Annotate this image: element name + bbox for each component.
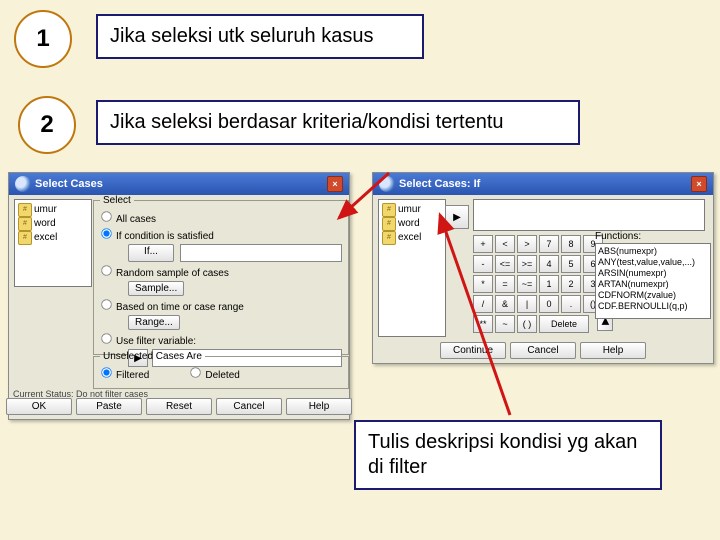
close-icon[interactable]: × bbox=[327, 176, 343, 192]
paste-button[interactable]: Paste bbox=[76, 398, 142, 415]
keypad-key[interactable]: * bbox=[473, 275, 493, 293]
var-icon: # bbox=[18, 203, 32, 217]
keypad-key[interactable]: 4 bbox=[539, 255, 559, 273]
title: Select Cases bbox=[35, 178, 103, 190]
caption-2: Jika seleksi berdasar kriteria/kondisi t… bbox=[96, 100, 580, 145]
radio-case-range[interactable]: Based on time or case range bbox=[100, 298, 342, 315]
keypad-key[interactable]: >= bbox=[517, 255, 537, 273]
variable-list[interactable]: #umur #word #excel bbox=[14, 199, 92, 287]
select-cases-if-window: Select Cases: If × #umur #word #excel ▶ … bbox=[372, 172, 714, 364]
function-item[interactable]: CDFNORM(zvalue) bbox=[598, 290, 708, 301]
keypad-key[interactable]: > bbox=[517, 235, 537, 253]
list-item[interactable]: #word bbox=[382, 217, 442, 231]
select-cases-window: Select Cases × #umur #word #excel Select… bbox=[8, 172, 350, 420]
help-button[interactable]: Help bbox=[580, 342, 646, 359]
keypad-key[interactable]: ~ bbox=[495, 315, 515, 333]
caption-1: Jika seleksi utk seluruh kasus bbox=[96, 14, 424, 59]
expression-input[interactable] bbox=[473, 199, 705, 231]
keypad-key[interactable]: & bbox=[495, 295, 515, 313]
var-icon: # bbox=[18, 231, 32, 245]
keypad-key[interactable]: Delete bbox=[539, 315, 589, 333]
variable-list[interactable]: #umur #word #excel bbox=[378, 199, 446, 337]
radio-deleted[interactable]: Deleted bbox=[189, 366, 239, 383]
if-expression[interactable] bbox=[180, 244, 342, 262]
select-group: Select All cases If condition is satisfi… bbox=[93, 195, 349, 355]
close-icon[interactable]: × bbox=[691, 176, 707, 192]
functions-label: Functions: bbox=[595, 231, 641, 242]
keypad-key[interactable]: 2 bbox=[561, 275, 581, 293]
function-item[interactable]: ANY(test,value,value,...) bbox=[598, 257, 708, 268]
ok-button[interactable]: OK bbox=[6, 398, 72, 415]
cancel-button[interactable]: Cancel bbox=[216, 398, 282, 415]
list-item[interactable]: #excel bbox=[18, 231, 88, 245]
keypad-key[interactable]: - bbox=[473, 255, 493, 273]
titlebar[interactable]: Select Cases: If × bbox=[373, 173, 713, 195]
dialog-buttons: OK Paste Reset Cancel Help bbox=[6, 398, 352, 415]
keypad-key[interactable]: ~= bbox=[517, 275, 537, 293]
keypad-key[interactable]: . bbox=[561, 295, 581, 313]
function-item[interactable]: ARTAN(numexpr) bbox=[598, 279, 708, 290]
select-legend: Select bbox=[100, 195, 134, 206]
step-1-num: 1 bbox=[36, 25, 49, 53]
keypad-key[interactable]: 7 bbox=[539, 235, 559, 253]
caption-3: Tulis deskripsi kondisi yg akan di filte… bbox=[354, 420, 662, 490]
reset-button[interactable]: Reset bbox=[146, 398, 212, 415]
keypad-key[interactable]: ** bbox=[473, 315, 493, 333]
step-2-num: 2 bbox=[40, 111, 53, 139]
radio-if-condition[interactable]: If condition is satisfied bbox=[100, 227, 342, 244]
unselected-group: Unselected Cases Are Filtered Deleted bbox=[93, 351, 349, 389]
radio-all-cases[interactable]: All cases bbox=[100, 210, 342, 227]
help-button[interactable]: Help bbox=[286, 398, 352, 415]
keypad-key[interactable]: 1 bbox=[539, 275, 559, 293]
radio-random-sample[interactable]: Random sample of cases bbox=[100, 264, 342, 281]
move-right-button[interactable]: ▶ bbox=[445, 205, 469, 229]
sample-button[interactable]: Sample... bbox=[128, 281, 184, 296]
keypad-key[interactable]: = bbox=[495, 275, 515, 293]
if-button[interactable]: If... bbox=[128, 244, 174, 262]
dialog-buttons: Continue Cancel Help bbox=[440, 342, 646, 359]
var-icon: # bbox=[18, 217, 32, 231]
function-item[interactable]: ARSIN(numexpr) bbox=[598, 268, 708, 279]
keypad: +<>789-<=>=456*=~=123/&|0.()**~( )Delete bbox=[473, 235, 603, 333]
list-item[interactable]: #word bbox=[18, 217, 88, 231]
cancel-button[interactable]: Cancel bbox=[510, 342, 576, 359]
list-item[interactable]: #excel bbox=[382, 231, 442, 245]
list-item[interactable]: #umur bbox=[382, 203, 442, 217]
title: Select Cases: If bbox=[399, 178, 480, 190]
step-1-circle: 1 bbox=[14, 10, 72, 68]
app-icon bbox=[15, 176, 31, 192]
list-item[interactable]: #umur bbox=[18, 203, 88, 217]
step-2-circle: 2 bbox=[18, 96, 76, 154]
keypad-key[interactable]: <= bbox=[495, 255, 515, 273]
radio-filter-var[interactable]: Use filter variable: bbox=[100, 332, 342, 349]
range-button[interactable]: Range... bbox=[128, 315, 180, 330]
app-icon bbox=[379, 176, 395, 192]
keypad-key[interactable]: 8 bbox=[561, 235, 581, 253]
keypad-key[interactable]: | bbox=[517, 295, 537, 313]
titlebar[interactable]: Select Cases × bbox=[9, 173, 349, 195]
keypad-key[interactable]: ( ) bbox=[517, 315, 537, 333]
function-item[interactable]: ABS(numexpr) bbox=[598, 246, 708, 257]
var-icon: # bbox=[382, 203, 396, 217]
continue-button[interactable]: Continue bbox=[440, 342, 506, 359]
keypad-key[interactable]: / bbox=[473, 295, 493, 313]
radio-filtered[interactable]: Filtered bbox=[100, 366, 149, 383]
keypad-key[interactable]: + bbox=[473, 235, 493, 253]
functions-list[interactable]: ABS(numexpr)ANY(test,value,value,...)ARS… bbox=[595, 243, 711, 319]
keypad-key[interactable]: 5 bbox=[561, 255, 581, 273]
var-icon: # bbox=[382, 231, 396, 245]
var-icon: # bbox=[382, 217, 396, 231]
keypad-key[interactable]: < bbox=[495, 235, 515, 253]
keypad-key[interactable]: 0 bbox=[539, 295, 559, 313]
unselected-legend: Unselected Cases Are bbox=[100, 351, 205, 362]
function-item[interactable]: CDF.BERNOULLI(q,p) bbox=[598, 301, 708, 312]
